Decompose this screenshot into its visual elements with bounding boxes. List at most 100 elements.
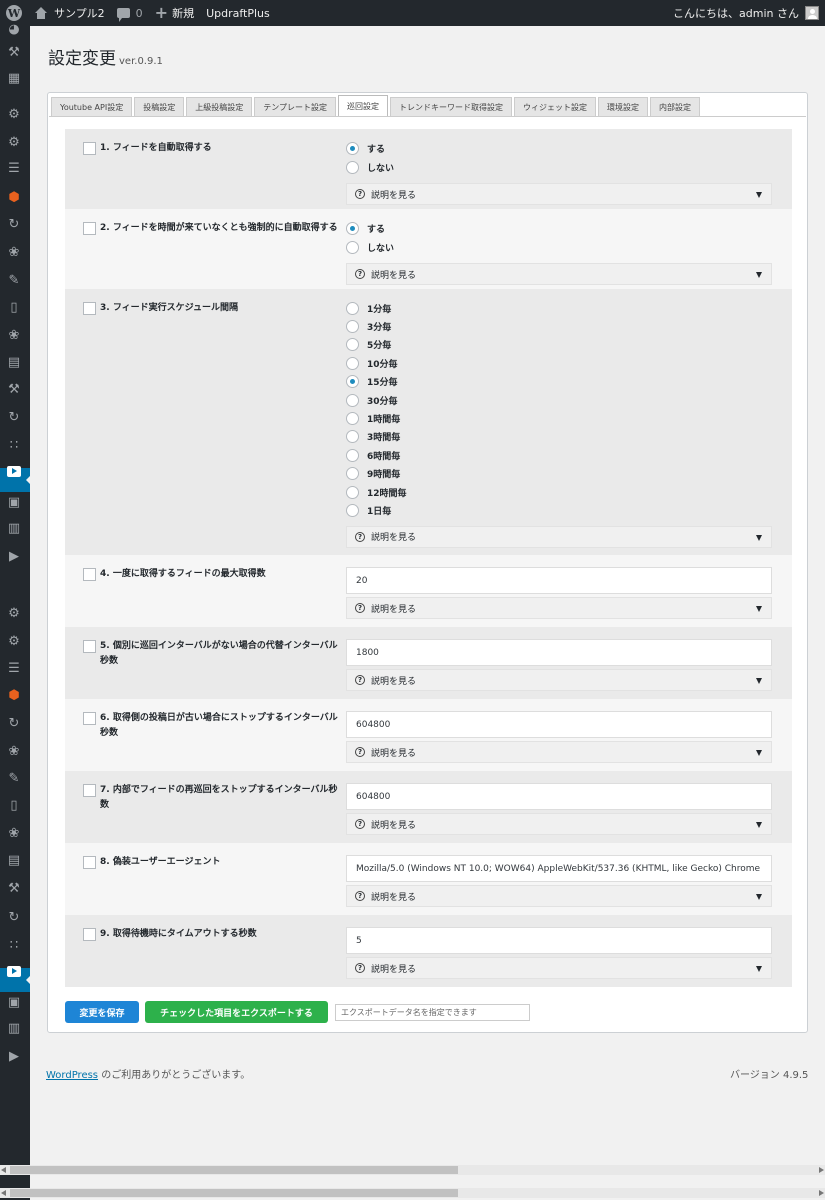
list-icon[interactable]: ☰: [6, 660, 22, 676]
radio-option[interactable]: 30分毎: [346, 393, 398, 407]
radio-option[interactable]: 15分毎: [346, 375, 398, 389]
wrench-icon[interactable]: ⚒: [6, 381, 22, 397]
gear-icon[interactable]: ⚙: [6, 134, 22, 150]
radio-button[interactable]: [346, 319, 359, 333]
details-toggle[interactable]: ? 説明を見る: [346, 957, 772, 979]
dashboard-icon[interactable]: ◕: [6, 21, 22, 37]
grid-icon[interactable]: ▤: [6, 852, 22, 868]
export-checkbox[interactable]: [83, 302, 96, 315]
scroll-left-arrow-icon[interactable]: [1, 1167, 6, 1173]
scrollbar-thumb[interactable]: [10, 1189, 458, 1197]
gear-icon[interactable]: ⚙: [6, 605, 22, 621]
export-checkbox[interactable]: [83, 568, 96, 581]
radio-option[interactable]: 3分毎: [346, 319, 391, 333]
tab-8[interactable]: 内部設定: [649, 97, 700, 116]
radio-option[interactable]: しない: [346, 160, 394, 174]
export-checkbox[interactable]: [83, 928, 96, 941]
wordpress-link[interactable]: WordPress: [46, 1070, 98, 1081]
radio-option[interactable]: 1分毎: [346, 301, 391, 315]
tab-4[interactable]: 巡回設定: [337, 95, 388, 116]
tab-1[interactable]: 投稿設定: [134, 97, 185, 116]
scroll-right-arrow-icon[interactable]: [819, 1190, 824, 1196]
radio-button[interactable]: [346, 503, 359, 517]
grid-icon[interactable]: ▤: [6, 354, 22, 370]
setting-value-input[interactable]: 1800: [346, 639, 772, 666]
twitter-icon[interactable]: ❀: [6, 327, 22, 343]
details-toggle[interactable]: ? 説明を見る: [346, 525, 772, 548]
radio-option[interactable]: 9時間毎: [346, 467, 400, 481]
radio-button[interactable]: [346, 141, 359, 155]
radio-button[interactable]: [346, 356, 359, 370]
horizontal-scrollbar-2[interactable]: [0, 1188, 825, 1198]
radio-option[interactable]: しない: [346, 240, 394, 254]
comments-link[interactable]: 0: [111, 0, 149, 26]
export-checkbox[interactable]: [83, 142, 96, 155]
details-toggle[interactable]: ? 説明を見る: [346, 885, 772, 907]
export-checkbox[interactable]: [83, 712, 96, 725]
gear-icon[interactable]: ⚙: [6, 106, 22, 122]
setting-value-input[interactable]: 604800: [346, 783, 772, 810]
radio-option[interactable]: 1日毎: [346, 503, 391, 517]
rss-icon[interactable]: ∷: [6, 937, 22, 953]
radio-option[interactable]: 12時間毎: [346, 485, 407, 499]
tab-7[interactable]: 環境設定: [597, 97, 648, 116]
details-toggle[interactable]: ? 説明を見る: [346, 813, 772, 835]
radio-button[interactable]: [346, 338, 359, 352]
setting-value-input[interactable]: 20: [346, 567, 772, 594]
radio-button[interactable]: [346, 467, 359, 481]
tab-0[interactable]: Youtube API設定: [51, 97, 133, 116]
radio-option[interactable]: 5分毎: [346, 338, 391, 352]
radio-option[interactable]: 10分毎: [346, 356, 398, 370]
calendar-icon[interactable]: ▣: [6, 994, 22, 1010]
table-icon[interactable]: ▦: [6, 70, 22, 86]
cube-icon[interactable]: ⬢: [6, 687, 22, 703]
youtube-icon[interactable]: [6, 963, 22, 979]
setting-value-input[interactable]: Mozilla/5.0 (Windows NT 10.0; WOW64) App…: [346, 855, 772, 882]
scroll-left-arrow-icon[interactable]: [1, 1190, 6, 1196]
scrollbar-thumb[interactable]: [10, 1166, 458, 1174]
horizontal-scrollbar-1[interactable]: [0, 1165, 825, 1175]
export-checkbox[interactable]: [83, 640, 96, 653]
refresh-icon[interactable]: ↻: [6, 409, 22, 425]
export-checkbox[interactable]: [83, 222, 96, 235]
cube-icon[interactable]: ⬢: [6, 189, 22, 205]
details-toggle[interactable]: ? 説明を見る: [346, 183, 772, 205]
radio-button[interactable]: [346, 448, 359, 462]
tab-6[interactable]: ウィジェット設定: [513, 97, 596, 116]
export-checkbox[interactable]: [83, 784, 96, 797]
play-icon[interactable]: ▶: [6, 1048, 22, 1064]
gear-icon[interactable]: ⚙: [6, 633, 22, 649]
radio-option[interactable]: 3時間毎: [346, 430, 400, 444]
edit-icon[interactable]: ✎: [6, 272, 22, 288]
book-icon[interactable]: ▥: [6, 1020, 22, 1036]
scroll-right-arrow-icon[interactable]: [819, 1167, 824, 1173]
details-toggle[interactable]: ? 説明を見る: [346, 263, 772, 285]
radio-option[interactable]: する: [346, 221, 385, 235]
radio-button[interactable]: [346, 240, 359, 254]
twitter-icon[interactable]: ❀: [6, 743, 22, 759]
rss-icon[interactable]: ∷: [6, 437, 22, 453]
details-toggle[interactable]: ? 説明を見る: [346, 597, 772, 619]
radio-button[interactable]: [346, 411, 359, 425]
export-button[interactable]: チェックした項目をエクスポートする: [145, 1001, 328, 1023]
updraftplus-link[interactable]: UpdraftPlus: [200, 0, 276, 26]
details-toggle[interactable]: ? 説明を見る: [346, 669, 772, 691]
tab-5[interactable]: トレンドキーワード取得設定: [389, 97, 512, 116]
refresh-icon[interactable]: ↻: [6, 216, 22, 232]
tab-2[interactable]: 上級投稿設定: [186, 97, 253, 116]
radio-button[interactable]: [346, 301, 359, 315]
my-account-link[interactable]: こんにちは、admin さん: [673, 5, 825, 21]
wrench-icon[interactable]: ⚒: [6, 44, 22, 60]
setting-value-input[interactable]: 604800: [346, 711, 772, 738]
radio-button[interactable]: [346, 375, 359, 389]
new-content-link[interactable]: + 新規: [149, 0, 200, 26]
phone-icon[interactable]: ▯: [6, 797, 22, 813]
radio-button[interactable]: [346, 485, 359, 499]
details-toggle[interactable]: ? 説明を見る: [346, 741, 772, 763]
radio-button[interactable]: [346, 160, 359, 174]
tab-3[interactable]: テンプレート設定: [254, 97, 336, 116]
save-button[interactable]: 変更を保存: [65, 1001, 139, 1023]
youtube-icon[interactable]: [6, 463, 22, 479]
radio-button[interactable]: [346, 221, 359, 235]
wrench-icon[interactable]: ⚒: [6, 880, 22, 896]
